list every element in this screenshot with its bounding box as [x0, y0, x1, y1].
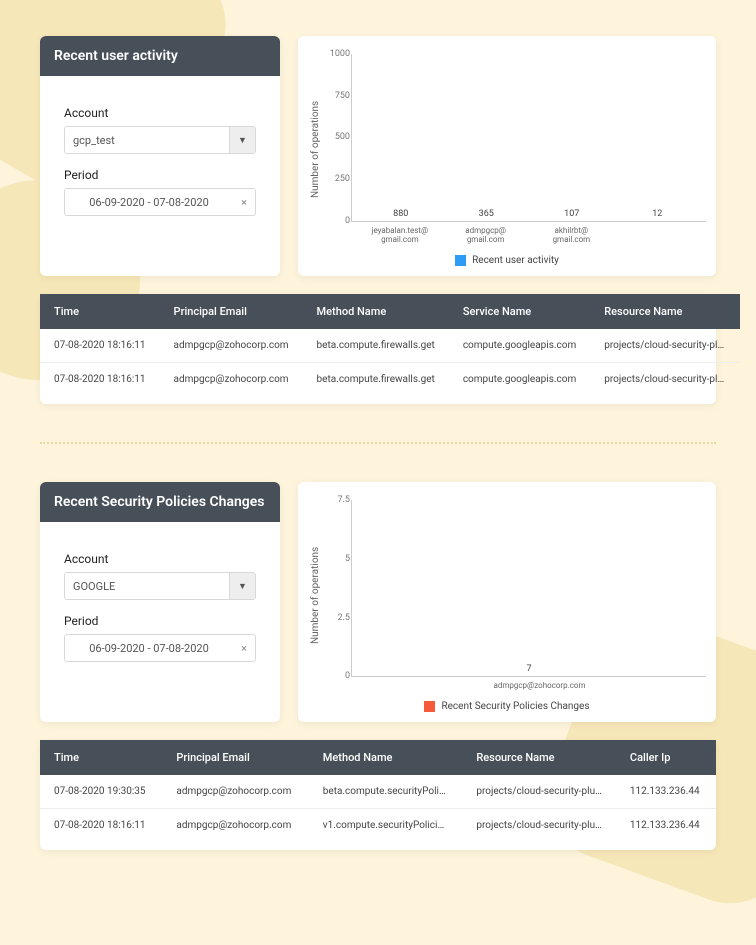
table-cell: 112.133.236.44	[616, 809, 716, 843]
x-label: admpgcp@zohocorp.com	[494, 681, 564, 691]
table-cell: beta.compute.firewalls.get	[303, 363, 449, 397]
table-cell: projects/cloud-security-plus/global/secu…	[462, 809, 616, 843]
table-cell: admpgcp@zohocorp.com	[162, 809, 308, 843]
bar-value: 880	[393, 209, 408, 219]
account-value: gcp_test	[65, 134, 229, 147]
table-header: Service Name	[449, 294, 590, 329]
table-cell: admpgcp@zohocorp.com	[162, 775, 308, 809]
bar: 880	[366, 209, 436, 221]
y-tick: 750	[322, 91, 350, 101]
section-divider	[40, 442, 716, 444]
legend-label: Recent user activity	[472, 255, 559, 266]
filter-card: Recent user activity Account gcp_test▼ Peri…	[40, 36, 280, 276]
table-cell: 112.133.236.44	[616, 775, 716, 809]
account-label: Account	[64, 552, 256, 566]
table-header: Principal Email	[160, 294, 303, 329]
chart-plot: 02.557.57	[351, 500, 706, 677]
chevron-down-icon: ▼	[229, 573, 255, 599]
table-cell: beta.compute.firewalls.get	[303, 329, 449, 363]
account-select[interactable]: GOOGLE▼	[64, 572, 256, 600]
y-tick: 0	[322, 671, 350, 681]
x-label	[622, 226, 692, 245]
table-card: TimePrincipal EmailMethod NameResource N…	[40, 740, 716, 850]
table-cell: admpgcp@zohocorp.com	[160, 329, 303, 363]
card-title: Recent user activity	[40, 36, 280, 76]
chart-legend: Recent Security Policies Changes	[308, 701, 706, 712]
y-tick: 0	[322, 216, 350, 226]
chart-plot: 0250500750100088036510712	[351, 54, 706, 222]
y-tick: 250	[322, 174, 350, 184]
table-cell: 07-08-2020 19:30:35	[40, 775, 162, 809]
table-cell: beta.compute.securityPolicies.list	[309, 775, 463, 809]
x-label: jeyabalan.test@gmail.com	[365, 226, 435, 245]
table-header: Principal Email	[162, 740, 308, 775]
account-label: Account	[64, 106, 256, 120]
bar-value: 107	[564, 209, 579, 219]
bar: 365	[451, 209, 521, 221]
data-table: TimePrincipal EmailMethod NameResource N…	[40, 740, 716, 842]
chevron-down-icon: ▼	[229, 127, 255, 153]
table-row: 07-08-2020 19:30:35admpgcp@zohocorp.comb…	[40, 775, 716, 809]
table-header: Caller Ip	[616, 740, 716, 775]
chart-card: Number of operations02.557.57admpgcp@zoh…	[298, 482, 716, 722]
table-card: TimePrincipal EmailMethod NameService Na…	[40, 294, 716, 404]
table-cell: v1.compute.securityPolicies.delete	[309, 809, 463, 843]
table-cell: 07-08-2020 18:16:11	[40, 363, 160, 397]
bar: 12	[622, 209, 692, 221]
table-header: Time	[40, 294, 160, 329]
x-label: admpgcp@gmail.com	[451, 226, 521, 245]
table-cell: projects/cloud-security-plus/global/netw…	[590, 363, 740, 397]
y-tick: 7.5	[322, 495, 350, 505]
chart-legend: Recent user activity	[308, 255, 706, 266]
legend-label: Recent Security Policies Changes	[441, 701, 589, 712]
table-row: 07-08-2020 18:16:11admpgcp@zohocorp.comb…	[40, 329, 740, 363]
table-cell: compute.googleapis.com	[449, 329, 590, 363]
period-input[interactable]: 06-09-2020 - 07-08-2020×	[64, 634, 256, 662]
legend-swatch	[424, 701, 435, 712]
table-cell: projects/cloud-security-plus/global/secu…	[462, 775, 616, 809]
table-header: Resource Name	[590, 294, 740, 329]
y-axis-label: Number of operations	[308, 500, 323, 691]
period-value: 06-09-2020 - 07-08-2020	[65, 642, 233, 655]
filter-card: Recent Security Policies Changes Account G…	[40, 482, 280, 722]
close-icon[interactable]: ×	[233, 642, 255, 655]
y-tick: 5	[322, 554, 350, 564]
y-tick: 500	[322, 132, 350, 142]
legend-swatch	[455, 255, 466, 266]
bar-value: 12	[652, 209, 662, 219]
bar: 7	[494, 664, 564, 676]
table-cell: 07-08-2020 18:16:11	[40, 809, 162, 843]
table-cell: projects/cloud-security-plus/global/fire…	[590, 329, 740, 363]
bar: 107	[537, 209, 607, 221]
card-title: Recent Security Policies Changes	[40, 482, 280, 522]
bar-value: 365	[479, 209, 494, 219]
account-select[interactable]: gcp_test▼	[64, 126, 256, 154]
period-input[interactable]: 06-09-2020 - 07-08-2020×	[64, 188, 256, 216]
close-icon[interactable]: ×	[233, 196, 255, 209]
account-value: GOOGLE	[65, 580, 229, 593]
table-cell: admpgcp@zohocorp.com	[160, 363, 303, 397]
data-table: TimePrincipal EmailMethod NameService Na…	[40, 294, 740, 396]
bar-value: 7	[526, 664, 531, 674]
table-cell: 07-08-2020 18:16:11	[40, 329, 160, 363]
x-label: akhilrbt@gmail.com	[536, 226, 606, 245]
y-tick: 2.5	[322, 613, 350, 623]
y-axis-label: Number of operations	[308, 54, 323, 245]
table-header: Resource Name	[462, 740, 616, 775]
chart-card: Number of operations0 250 500 750 1000 880 365…	[298, 36, 716, 276]
table-header: Method Name	[303, 294, 449, 329]
y-tick: 1000	[322, 49, 350, 59]
table-row: 07-08-2020 18:16:11admpgcp@zohocorp.comb…	[40, 363, 740, 397]
table-header: Time	[40, 740, 162, 775]
table-cell: compute.googleapis.com	[449, 363, 590, 397]
table-row: 07-08-2020 18:16:11admpgcp@zohocorp.comv…	[40, 809, 716, 843]
table-header: Method Name	[309, 740, 463, 775]
period-value: 06-09-2020 - 07-08-2020	[65, 196, 233, 209]
period-label: Period	[64, 614, 256, 628]
period-label: Period	[64, 168, 256, 182]
